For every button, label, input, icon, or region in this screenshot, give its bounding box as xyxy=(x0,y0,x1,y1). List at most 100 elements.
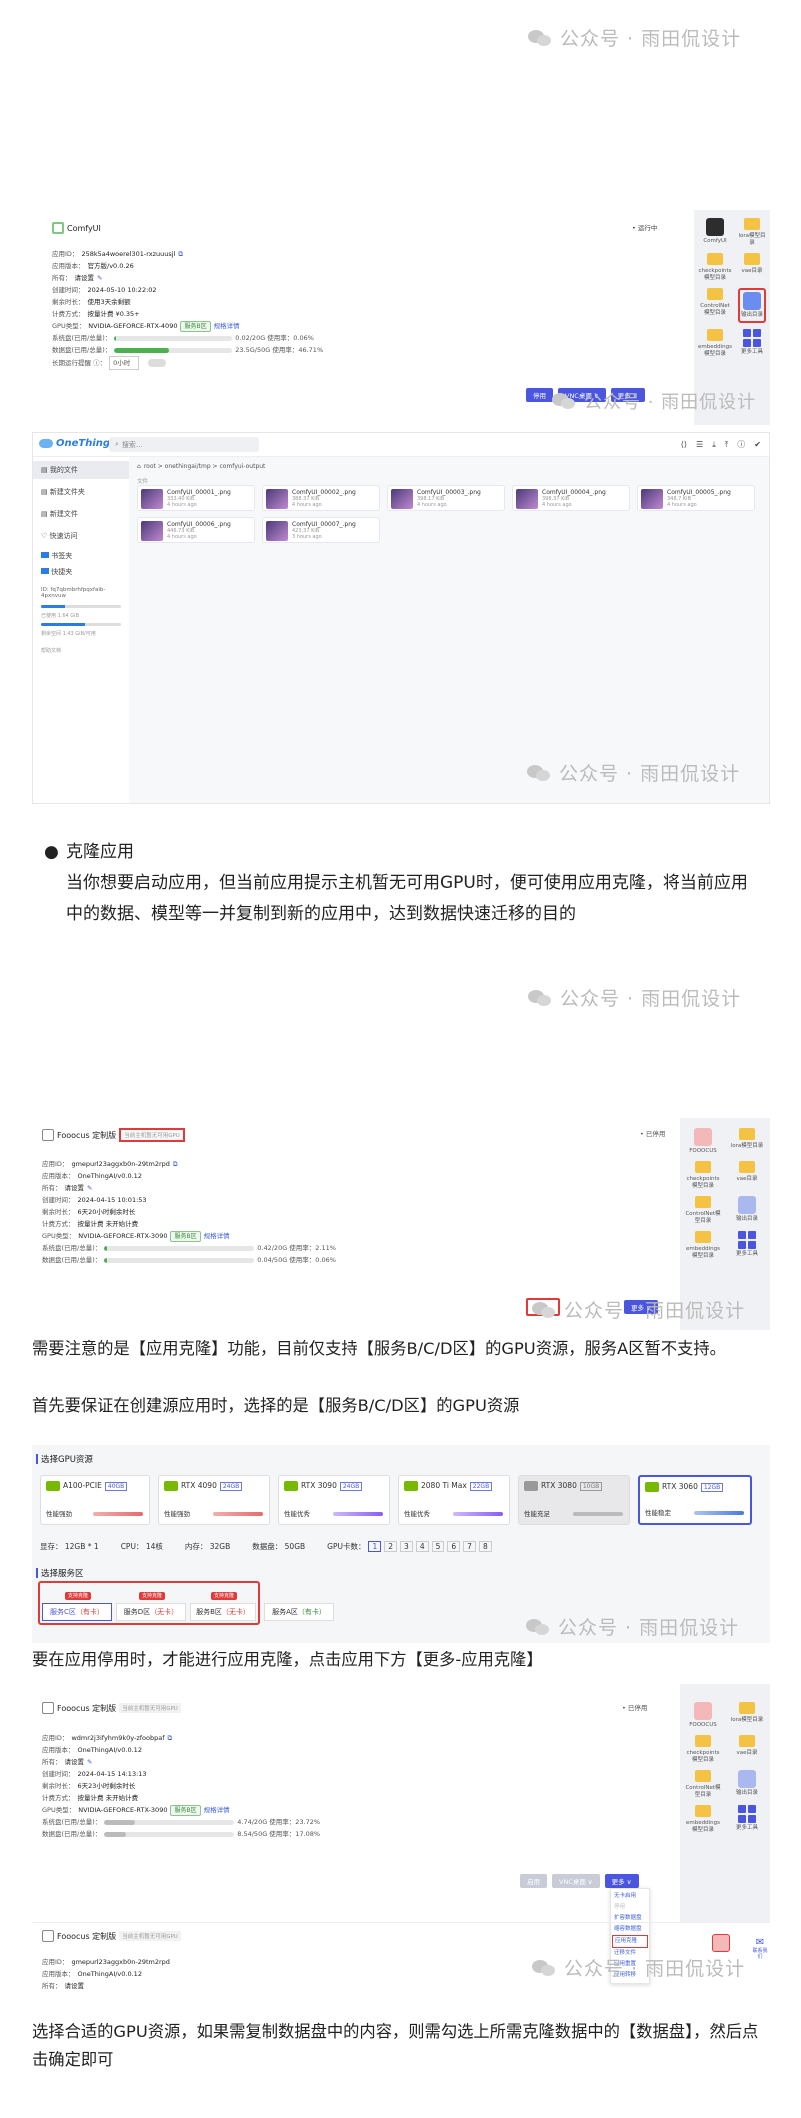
tool-vae[interactable]: vae目录 xyxy=(728,1161,766,1190)
gpu-count-8[interactable]: 8 xyxy=(478,1541,492,1552)
search-input[interactable]: ⌕ 搜索... xyxy=(109,437,259,452)
tool-more[interactable]: 更多工具 xyxy=(728,1805,766,1834)
cube-icon xyxy=(52,222,64,234)
home-icon[interactable]: ⌂ xyxy=(137,463,141,470)
tool-comfyui[interactable]: ComfyUI xyxy=(698,218,732,247)
help-link[interactable]: 帮助文档 xyxy=(33,637,129,654)
file-item[interactable]: ComfyUI_00005_.png 348.7 KiB 4 hours ago xyxy=(637,485,755,511)
start-button[interactable]: 启用 xyxy=(520,1874,547,1888)
menu-app-clone[interactable]: 应用克隆 xyxy=(612,1935,648,1948)
gpu-card-3060[interactable]: RTX 3060 12GB 性能稳定 xyxy=(638,1475,752,1525)
file-item[interactable]: ComfyUI_00007_.png 423.37 KiB 3 hours ago xyxy=(262,517,380,543)
edit-icon[interactable]: ✎ xyxy=(87,1756,92,1768)
zone-c-option[interactable]: 服务C区（有卡） 支持克隆 xyxy=(42,1592,112,1621)
nvidia-icon xyxy=(404,1481,418,1491)
menu-stop[interactable]: 停用 xyxy=(614,1902,646,1913)
reminder-select[interactable]: 0小时 xyxy=(109,356,140,370)
info-icon[interactable]: ⓘ xyxy=(737,439,745,450)
tool-fooocus[interactable]: FOOOCUS xyxy=(684,1702,722,1729)
tool-embeddings[interactable]: embeddings模型目录 xyxy=(684,1231,722,1260)
data-disk-bar xyxy=(114,347,233,353)
nav-new-folder[interactable]: ▤ 新建文件夹 xyxy=(33,479,129,505)
tool-checkpoints[interactable]: checkpoints模型目录 xyxy=(684,1161,722,1190)
nav-new-file[interactable]: ▤ 新建文件 xyxy=(33,505,129,523)
nvidia-icon xyxy=(284,1481,298,1491)
tool-output[interactable]: 输出目录 xyxy=(737,288,766,323)
gpu-card-3090[interactable]: RTX 3090 24GB 性能优秀 xyxy=(278,1475,390,1525)
vnc-button[interactable]: VNC桌面 ∨ xyxy=(552,1874,600,1888)
tool-output[interactable]: 输出目录 xyxy=(728,1196,766,1225)
folder-bookmarks[interactable]: 书签夹 xyxy=(33,549,129,563)
gpu-count-3[interactable]: 3 xyxy=(400,1541,413,1552)
gpu-count-6[interactable]: 6 xyxy=(447,1541,461,1552)
tool-vae[interactable]: vae目录 xyxy=(728,1735,766,1764)
tool-lora[interactable]: lora模型目录 xyxy=(738,218,766,247)
tool-controlnet[interactable]: ControlNet模型目录 xyxy=(684,1196,722,1225)
gpu-count-4[interactable]: 4 xyxy=(415,1541,429,1552)
gpu-count-5[interactable]: 5 xyxy=(431,1541,445,1552)
next-app-info: 应用ID： gmepurl23aggxb0n-29tm2rpd 应用版本： OneT… xyxy=(42,1958,170,1990)
tool-fooocus[interactable]: FOOOCUS xyxy=(684,1128,722,1155)
more-button[interactable]: 更多 ∨ xyxy=(604,1874,639,1888)
file-item[interactable]: ComfyUI_00002_.png 388.37 KiB 4 hours ago xyxy=(262,485,380,511)
note-paragraph: 需要注意的是【应用克隆】功能，目前仅支持【服务B/C/D区】的GPU资源，服务A… xyxy=(32,1339,726,1358)
spec-link[interactable]: 规格详情 xyxy=(204,1804,230,1816)
zone-b-option[interactable]: 服务B区（无卡） 支持克隆 xyxy=(190,1592,256,1621)
tool-more[interactable]: 更多工具 xyxy=(738,329,766,358)
status-badge: • 已停用 xyxy=(622,1704,648,1712)
file-item[interactable]: ComfyUI_00004_.png 398.37 KiB 4 hours ago xyxy=(512,485,630,511)
contact-us-button[interactable]: ✉ 联系我们 xyxy=(752,1938,768,1961)
stop-button[interactable]: 停用 xyxy=(526,388,553,402)
menu-start-no-gpu[interactable]: 无卡启用 xyxy=(614,1891,646,1902)
wechat-icon xyxy=(526,1617,552,1637)
gpu-card-3080[interactable]: RTX 3080 10GB 性能充足 xyxy=(518,1475,630,1525)
spec-row: 显存： 12GB * 1 CPU： 14核 内存： 32GB 数据盘： 50GB GP… xyxy=(40,1541,492,1552)
bullet-clone: ● 克隆应用 xyxy=(44,842,134,862)
gpu-card-a100[interactable]: A100-PCIE 40GB 性能强劲 xyxy=(40,1475,150,1525)
file-item[interactable]: ComfyUI_00006_.png 446.73 KiB 4 hours ago xyxy=(137,517,255,543)
image-thumbnail xyxy=(391,489,413,509)
gpu-card-2080ti[interactable]: 2080 Ti Max 22GB 性能优秀 xyxy=(398,1475,510,1525)
tools-sidebar: FOOOCUS lora模型目录 checkpoints模型目录 vae目录 C… xyxy=(680,1684,770,1922)
menu-shrink-disk[interactable]: 缩容数据盘 xyxy=(614,1924,646,1935)
tool-lora[interactable]: lora模型目录 xyxy=(728,1702,766,1729)
tool-output[interactable]: 输出目录 xyxy=(728,1770,766,1799)
zone-d-option[interactable]: 服务D区（无卡） 支持克隆 xyxy=(116,1592,186,1621)
edit-icon[interactable]: ✎ xyxy=(97,272,102,284)
spec-link[interactable]: 规格详情 xyxy=(214,320,240,332)
app-header: Fooocus 定制版 当前主机暂无可用GPU xyxy=(42,1702,181,1714)
tool-controlnet[interactable]: ControlNet模型目录 xyxy=(698,288,732,323)
tool-vae[interactable]: vae目录 xyxy=(738,253,766,282)
tool-lora[interactable]: lora模型目录 xyxy=(728,1128,766,1155)
check-icon[interactable]: ✔ xyxy=(754,440,761,449)
tool-checkpoints[interactable]: checkpoints模型目录 xyxy=(698,253,732,282)
tool-checkpoints[interactable]: checkpoints模型目录 xyxy=(684,1735,722,1764)
gpu-count-1[interactable]: 1 xyxy=(368,1541,382,1552)
tool-more[interactable]: 更多工具 xyxy=(728,1231,766,1260)
folder-icon xyxy=(695,1161,711,1173)
file-item[interactable]: ComfyUI_00003_.png 398.17 KiB 4 hours ago xyxy=(387,485,505,511)
nav-quick-access[interactable]: ♡ 快速访问 xyxy=(33,523,129,549)
folder-icon xyxy=(706,329,723,341)
reminder-toggle[interactable] xyxy=(148,359,167,367)
code-icon[interactable]: ⟨⟩ xyxy=(681,440,687,449)
spec-link[interactable]: 规格详情 xyxy=(204,1230,230,1242)
tool-embeddings[interactable]: embeddings模型目录 xyxy=(684,1805,722,1834)
tool-embeddings[interactable]: embeddings模型目录 xyxy=(698,329,732,358)
zone-section-title: 选择服务区 xyxy=(36,1567,84,1579)
section-label: 文件 xyxy=(137,479,149,485)
gpu-count-7[interactable]: 7 xyxy=(463,1541,476,1552)
tool-controlnet[interactable]: ControlNet模型目录 xyxy=(684,1770,722,1799)
nav-my-files[interactable]: ▤ 我的文件 xyxy=(33,461,129,479)
download-icon[interactable]: ⤓ xyxy=(712,440,716,450)
list-icon[interactable]: ☰ xyxy=(696,440,703,449)
folder-icon xyxy=(739,1128,755,1140)
wechat-icon xyxy=(532,1300,558,1320)
edit-icon[interactable]: ✎ xyxy=(87,1182,92,1194)
gpu-card-4090[interactable]: RTX 4090 24GB 性能强劲 xyxy=(158,1475,270,1525)
folder-shortcuts[interactable]: 快捷夹 xyxy=(33,563,129,581)
file-item[interactable]: ComfyUI_00001_.png 333.40 KiB 4 hours ago xyxy=(137,485,255,511)
upload-icon[interactable]: ⤒ xyxy=(725,440,729,450)
zone-a-option[interactable]: 服务A区（有卡） xyxy=(264,1603,334,1621)
gpu-count-2[interactable]: 2 xyxy=(384,1541,398,1552)
